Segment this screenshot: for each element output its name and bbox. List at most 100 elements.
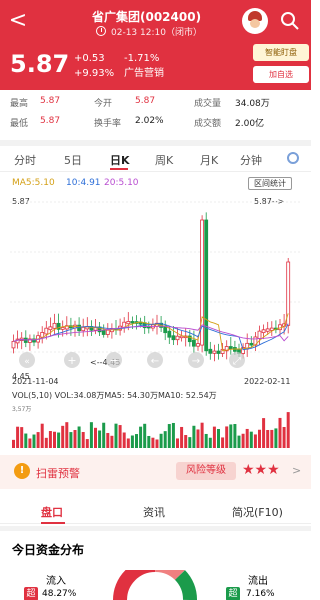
- volume-bar: [204, 433, 208, 448]
- volume-bar: [40, 423, 44, 448]
- svg-text:←: ←: [151, 356, 159, 367]
- volume-bar: [130, 435, 134, 448]
- volume-bar: [122, 432, 126, 448]
- volume-bar: [270, 429, 274, 448]
- volume-bar: [61, 425, 65, 448]
- volume-bar: [106, 432, 110, 448]
- gear-icon[interactable]: [287, 152, 299, 164]
- volume-bar: [147, 435, 151, 448]
- volume-bar: [69, 432, 73, 448]
- volume-bar: [12, 439, 15, 448]
- avatar[interactable]: [242, 8, 268, 34]
- fullscreen-icon[interactable]: ⤢: [229, 352, 245, 368]
- chevron-right-icon[interactable]: >: [292, 464, 301, 477]
- zoom-in-icon[interactable]: +: [64, 352, 80, 368]
- ma10-label: 10:4.91: [66, 178, 101, 188]
- tab-indicator: [41, 522, 65, 524]
- price-change: +0.53 +9.93%: [74, 51, 114, 81]
- candle: [171, 335, 176, 341]
- volume-bar: [188, 437, 192, 448]
- candle: [261, 329, 266, 334]
- candle: [167, 330, 172, 338]
- candle: [269, 327, 274, 331]
- candle: [101, 329, 106, 335]
- interval-stats-button[interactable]: 区间统计: [248, 177, 292, 190]
- volume-bar: [89, 422, 93, 448]
- outflow-super-box: 超: [226, 587, 240, 600]
- volume-bar: [245, 428, 249, 448]
- candle: [126, 321, 131, 325]
- candle: [130, 321, 135, 324]
- collapse-icon[interactable]: «: [19, 352, 35, 368]
- change-pct: +9.93%: [74, 68, 115, 79]
- volume-bar: [98, 430, 102, 448]
- tab-dayk[interactable]: 日K: [110, 152, 130, 168]
- candle: [81, 326, 86, 332]
- fund-donut: [113, 570, 197, 600]
- scroll-right-icon[interactable]: →: [188, 352, 204, 368]
- volume-bar: [159, 433, 163, 448]
- chart-tabs: 分时 5日 日K 周K 月K 分钟: [0, 146, 311, 172]
- volume-bar: [217, 429, 220, 448]
- back-icon[interactable]: <: [6, 10, 30, 34]
- tab-monthk[interactable]: 月K: [200, 152, 218, 168]
- tab-5day[interactable]: 5日: [64, 152, 82, 168]
- volume-bar: [274, 428, 278, 448]
- chart-controls: « + − ← → ⤢: [19, 352, 245, 368]
- volume-bar: [241, 433, 245, 448]
- volume-bar: [184, 435, 188, 448]
- amount-label: 成交额: [194, 119, 222, 129]
- low-value: 5.87: [40, 116, 61, 126]
- candle: [40, 332, 45, 338]
- tab-news[interactable]: 资讯: [143, 504, 165, 520]
- stock-title: 省广集团(002400): [92, 10, 202, 24]
- scroll-left-icon[interactable]: ←: [147, 352, 163, 368]
- smart-watch-button[interactable]: 智能盯盘: [253, 44, 309, 61]
- tab-order-book[interactable]: 盘口: [41, 504, 63, 520]
- volume-chart[interactable]: [0, 402, 311, 448]
- search-icon[interactable]: [279, 10, 301, 32]
- volume-bar: [94, 427, 97, 448]
- inflow-super-box: 超: [24, 587, 38, 600]
- volume-bar: [180, 426, 184, 448]
- ma5-label: MA5:5.10: [12, 178, 55, 188]
- sector-info: -1.71% 广告营销: [124, 51, 164, 81]
- volume-bar: [286, 412, 290, 448]
- tab-profile[interactable]: 简况(F10): [232, 504, 283, 520]
- info-tabs: 盘口 资讯 简况(F10): [0, 498, 311, 524]
- stock-header: < 省广集团(002400) 02-13 12:10（闭市） 5.87 +0.5…: [0, 0, 311, 90]
- volume-label: 成交量: [194, 99, 222, 109]
- candle: [11, 340, 16, 349]
- volume-bar: [20, 427, 24, 448]
- high-label: 最高: [10, 99, 29, 109]
- volume-bar: [102, 422, 106, 448]
- volume-bar: [192, 425, 196, 448]
- add-watchlist-button[interactable]: 加自选: [253, 66, 309, 83]
- volume-bar: [32, 434, 36, 448]
- scan-warning-label[interactable]: 扫雷预警: [36, 465, 80, 481]
- svg-text:→: →: [192, 356, 200, 367]
- volume-bar: [229, 424, 233, 448]
- turnover-label: 换手率: [94, 119, 122, 129]
- volume-bar: [110, 435, 114, 448]
- volume-bar: [126, 438, 130, 448]
- candle: [249, 342, 254, 346]
- volume-bar: [208, 437, 212, 448]
- volume-bar: [282, 426, 286, 448]
- sector-name[interactable]: 广告营销: [124, 66, 164, 81]
- candle: [52, 322, 57, 329]
- stats-panel: 最高 5.87 最低 5.87 今开 5.87 换手率 2.02% 成交量 34…: [0, 90, 311, 140]
- tab-timeshare[interactable]: 分时: [14, 152, 36, 168]
- svg-text:+: +: [67, 354, 76, 367]
- tab-weekk[interactable]: 周K: [155, 152, 173, 168]
- volume-bar: [36, 432, 40, 448]
- volume-bar: [196, 429, 200, 448]
- svg-text:−: −: [109, 354, 118, 367]
- inflow-label: 流入: [46, 576, 66, 587]
- volume-bar: [44, 437, 48, 448]
- open-label: 今开: [94, 99, 113, 109]
- tab-minute[interactable]: 分钟: [240, 152, 262, 168]
- zoom-out-icon[interactable]: −: [106, 352, 122, 368]
- trade-status: 02-13 12:10（闭市）: [111, 28, 202, 38]
- volume-bar: [57, 432, 61, 448]
